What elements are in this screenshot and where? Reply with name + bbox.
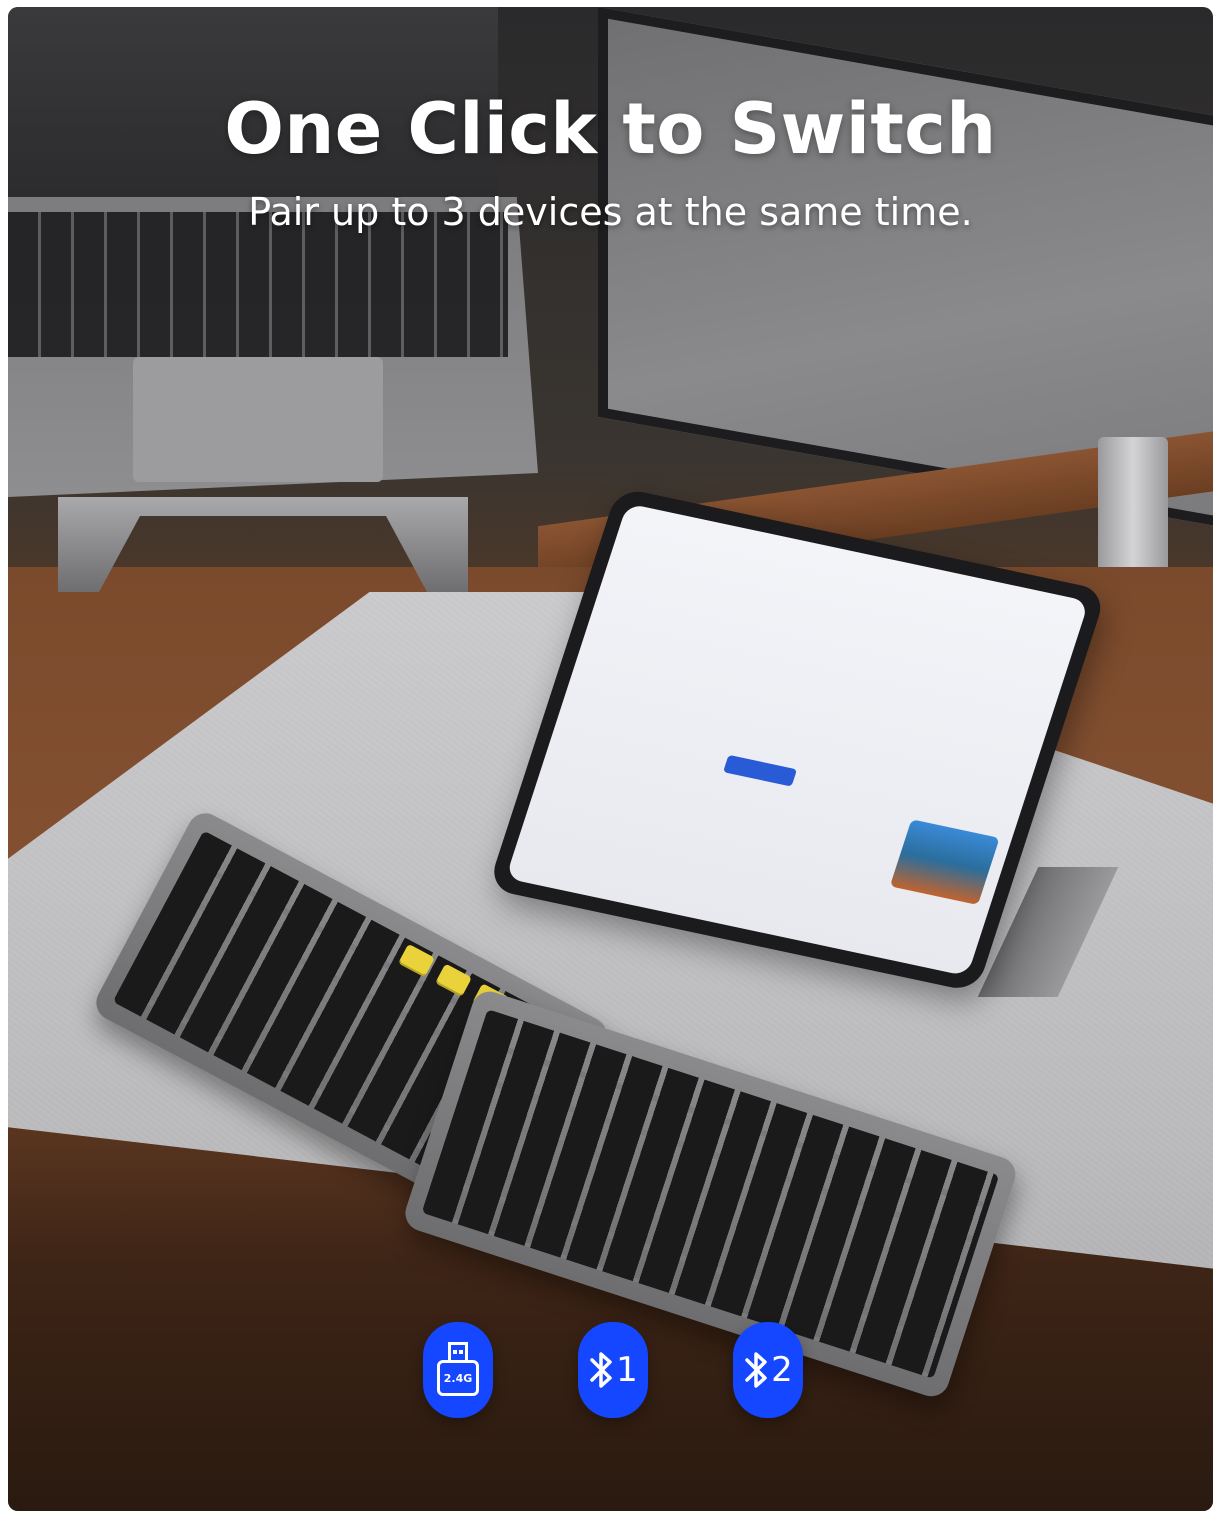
tablet-screen-image	[889, 819, 1000, 905]
page-title: One Click to Switch	[224, 88, 997, 170]
laptop-trackpad	[133, 357, 383, 482]
bluetooth-icon	[590, 1352, 612, 1388]
usb-receiver-icon: 2.4G	[435, 1342, 481, 1398]
bluetooth-channel-label: 2	[771, 1350, 793, 1390]
usb-receiver-badge: 2.4G	[423, 1322, 493, 1418]
bluetooth-channel-label: 1	[616, 1350, 638, 1390]
bluetooth-1-badge: 1	[578, 1322, 648, 1418]
tablet-screen-button	[723, 754, 798, 787]
tablet-screen	[505, 503, 1090, 977]
usb-receiver-label: 2.4G	[443, 1371, 473, 1385]
bluetooth-2-badge: 2	[733, 1322, 803, 1418]
bluetooth-icon	[745, 1352, 767, 1388]
page-subtitle: Pair up to 3 devices at the same time.	[248, 190, 973, 234]
